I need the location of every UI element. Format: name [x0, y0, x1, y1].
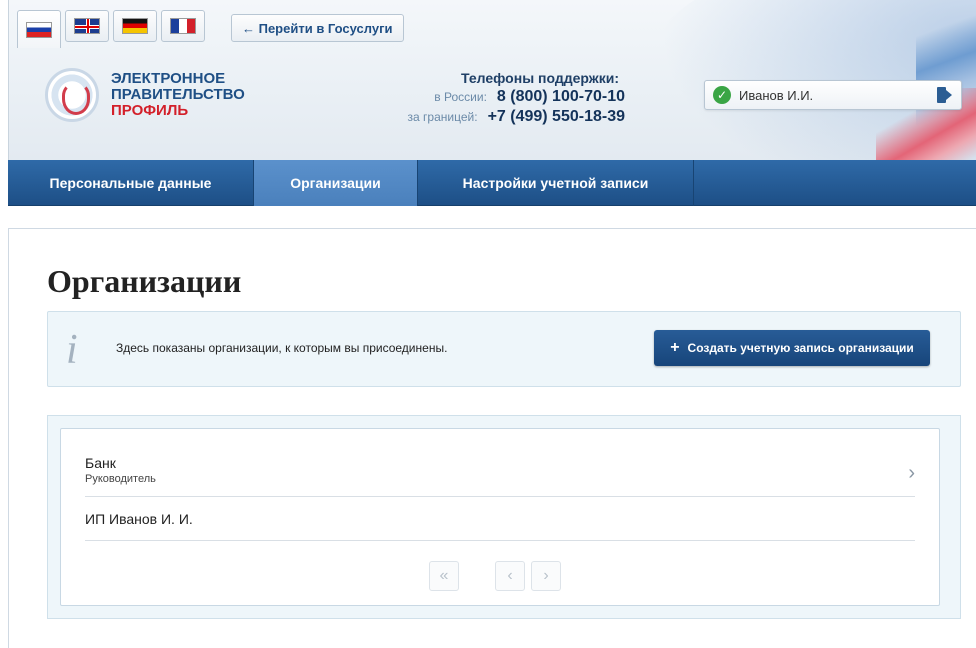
support-russia-phone: 8 (800) 100-70-10 — [496, 88, 625, 105]
support-title: Телефоны поддержки: — [460, 70, 619, 86]
language-en-button[interactable] — [65, 10, 109, 42]
list-item-organization[interactable]: ИП Иванов И. И. — [85, 497, 915, 541]
gosuslugi-link-label: ← Перейти в Госуслуги — [242, 20, 393, 36]
list-item-organization[interactable]: Банк Руководитель › — [85, 453, 915, 497]
gosuslugi-link[interactable]: ← Перейти в Госуслуги — [231, 14, 404, 42]
logo[interactable]: ЭЛЕКТРОННОЕ ПРАВИТЕЛЬСТВО ПРОФИЛЬ — [45, 68, 245, 122]
logo-line3: ПРОФИЛЬ — [111, 102, 189, 119]
main-nav: Персональные данные Организации Настройк… — [8, 160, 976, 206]
plus-icon: + — [670, 339, 680, 356]
nav-item-personal-data[interactable]: Персональные данные — [8, 160, 254, 206]
pagination: « ‹ › — [429, 561, 561, 591]
prev-page-button[interactable]: ‹ — [495, 561, 525, 591]
flag-gb-icon — [74, 18, 100, 34]
logo-text: ЭЛЕКТРОННОЕ ПРАВИТЕЛЬСТВО ПРОФИЛЬ — [111, 71, 245, 119]
organizations-panel: Банк Руководитель › ИП Иванов И. И. « ‹ … — [47, 415, 961, 619]
language-de-button[interactable] — [113, 10, 157, 42]
logout-icon[interactable] — [937, 86, 953, 104]
create-organization-label: Создать учетную запись организации — [687, 341, 914, 355]
nav-item-organizations[interactable]: Организации — [254, 160, 418, 206]
create-organization-button[interactable]: + Создать учетную запись организации — [654, 330, 930, 366]
nav-item-account-settings[interactable]: Настройки учетной записи — [418, 160, 694, 206]
flag-fr-icon — [170, 18, 196, 34]
organization-role: Руководитель — [85, 473, 156, 485]
user-menu[interactable]: ✓ Иванов И.И. — [704, 80, 962, 110]
language-fr-button[interactable] — [161, 10, 205, 42]
organizations-list: Банк Руководитель › ИП Иванов И. И. « ‹ … — [60, 428, 940, 606]
logo-line2: ПРАВИТЕЛЬСТВО — [111, 86, 245, 103]
language-switcher — [17, 10, 205, 48]
support-abroad-phone: +7 (499) 550-18-39 — [487, 108, 625, 125]
support-abroad-row: за границей: +7 (499) 550-18-39 — [377, 108, 647, 126]
chevron-right-icon[interactable]: › — [908, 462, 915, 485]
logo-line1: ЭЛЕКТРОННОЕ — [111, 70, 226, 87]
info-panel: i Здесь показаны организации, к которым … — [47, 311, 961, 387]
support-russia-label: в России: — [434, 90, 487, 104]
info-icon: i — [66, 327, 78, 373]
logo-emblem-icon — [45, 68, 99, 122]
check-icon: ✓ — [713, 86, 731, 104]
language-ru-button[interactable] — [17, 10, 61, 48]
organization-name: Банк — [85, 455, 116, 471]
flag-de-icon — [122, 18, 148, 34]
main-content: Организации i Здесь показаны организации… — [8, 228, 976, 648]
info-text: Здесь показаны организации, к которым вы… — [116, 341, 448, 355]
flag-ru-icon — [26, 21, 52, 38]
support-abroad-label: за границей: — [407, 110, 478, 124]
user-name[interactable]: Иванов И.И. — [739, 88, 929, 103]
first-page-button[interactable]: « — [429, 561, 459, 591]
site-header: ← Перейти в Госуслуги ЭЛЕКТРОННОЕ ПРАВИТ… — [8, 0, 976, 160]
organization-name: ИП Иванов И. И. — [85, 511, 193, 527]
support-phones: Телефоны поддержки: в России: 8 (800) 10… — [377, 70, 647, 126]
page-title: Организации — [47, 263, 242, 299]
support-russia-row: в России: 8 (800) 100-70-10 — [377, 88, 647, 106]
next-page-button[interactable]: › — [531, 561, 561, 591]
